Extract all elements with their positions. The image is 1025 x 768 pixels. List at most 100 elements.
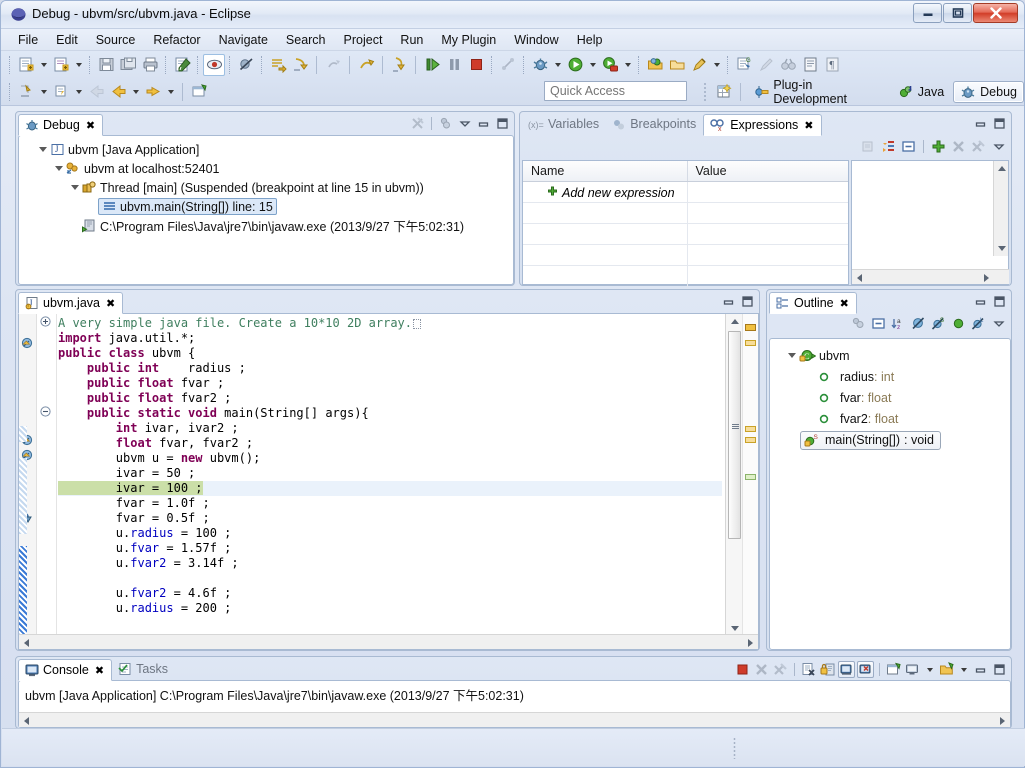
step-return-icon[interactable] [289,54,311,76]
remove-all-terminated-icon[interactable] [409,115,426,132]
external-tools-dropdown[interactable] [621,54,634,76]
previous-annotation-icon[interactable] [50,81,72,103]
run-external-tools-icon[interactable] [599,54,621,76]
code-line[interactable]: A very simple java file. Create a 10*10 … [58,316,722,331]
scroll-left-arrow[interactable] [852,270,867,285]
remove-all-expressions-icon[interactable] [970,138,987,155]
maximize-view-icon[interactable] [494,115,511,132]
scroll-right-arrow[interactable] [979,270,994,285]
warning-marker-icon[interactable] [21,336,35,353]
debug-dropdown[interactable] [551,54,564,76]
next-annotation-dropdown[interactable] [37,81,50,103]
step-into-icon[interactable] [388,54,410,76]
code-line[interactable]: import java.util.*; [58,331,722,346]
new-console-dropdown[interactable] [957,661,970,678]
outline-row-field[interactable]: fvar2 : float [770,408,1010,429]
editor-annotation-ruler[interactable] [19,314,37,636]
skip-all-breakpoints-icon[interactable] [235,54,257,76]
overview-marker-warning[interactable] [745,426,756,432]
expression-name-cell[interactable] [523,245,688,265]
minimize-view-icon[interactable] [972,293,989,310]
forward-icon[interactable] [142,81,164,103]
expression-name-cell[interactable] [523,266,688,287]
pencil-icon[interactable] [755,54,777,76]
editor-code[interactable]: A very simple java file. Create a 10*10 … [58,316,722,636]
minimize-editor-icon[interactable] [720,293,737,310]
code-line[interactable]: public static void main(String[] args){ [58,406,722,421]
debug-view-menu-thread-icon[interactable] [437,115,454,132]
collapse-fold-icon[interactable] [40,406,51,420]
menu-source[interactable]: Source [87,31,145,49]
detail-vertical-scrollbar[interactable] [993,161,1008,256]
expression-name-cell[interactable] [523,203,688,223]
minimize-button[interactable] [913,3,942,23]
hide-static-icon[interactable]: S [930,315,947,332]
binoculars-icon[interactable] [777,54,799,76]
step-into-selection-icon[interactable] [267,54,289,76]
view-menu-icon[interactable] [456,115,473,132]
tab-expressions-close[interactable]: ✖ [804,119,813,132]
tab-tasks[interactable]: Tasks [112,658,175,680]
debug-tree-row[interactable]: Thread [main] (Suspended (breakpoint at … [19,178,513,197]
twisty-icon[interactable] [786,353,798,358]
outline-row-method-selected[interactable]: S main(String[]) : void [770,429,1010,451]
pin-console-icon[interactable] [838,661,855,678]
tab-breakpoints[interactable]: Breakpoints [606,113,703,135]
perspective-java[interactable]: Java [891,81,951,103]
tab-outline[interactable]: Outline ✖ [769,292,857,314]
outline-row-field[interactable]: radius : int [770,366,1010,387]
console-content[interactable]: ubvm [Java Application] C:\Program Files… [18,680,1011,728]
code-line[interactable]: public class ubvm { [58,346,722,361]
tab-console[interactable]: Console ✖ [18,659,113,681]
display-selected-console-icon[interactable] [857,661,874,678]
debug-tree-row[interactable]: C:\Program Files\Java\jre7\bin\javaw.exe… [19,216,513,235]
pilcrow-icon[interactable]: ¶ [821,54,843,76]
next-annotation-icon[interactable] [15,81,37,103]
back-icon[interactable] [107,81,129,103]
editor-overview-ruler[interactable] [742,314,758,636]
expression-name-cell[interactable] [523,224,688,244]
hide-local-icon[interactable]: L [970,315,987,332]
expression-value-cell[interactable] [688,203,849,223]
new-window-icon[interactable] [188,81,210,103]
outline-row-class[interactable]: C ubvm [770,345,1010,366]
editor-scroll-thumb[interactable] [728,331,741,539]
toggle-mark-occurrences-icon[interactable] [203,53,225,76]
code-line[interactable]: fvar = 1.0f ; [58,496,722,511]
column-header-name[interactable]: Name [523,161,688,181]
twisty-icon[interactable] [37,147,49,152]
scroll-left-arrow[interactable] [19,635,34,649]
code-line[interactable]: u.fvar = 1.57f ; [58,541,722,556]
menu-edit[interactable]: Edit [47,31,87,49]
outline-selection[interactable]: S main(String[]) : void [800,430,941,450]
code-line[interactable]: public float fvar ; [58,376,722,391]
sort-icon[interactable] [850,315,867,332]
tab-variables[interactable]: (x)= Variables [522,113,606,135]
menu-window[interactable]: Window [505,31,567,49]
open-console-icon[interactable] [885,661,902,678]
menu-my-plugin[interactable]: My Plugin [432,31,505,49]
expression-value-cell[interactable] [688,224,849,244]
toolbar-grip[interactable] [703,81,707,102]
save-icon[interactable] [95,54,117,76]
new-console-view-icon[interactable] [938,661,955,678]
perspective-plugin-development[interactable]: Plug-in Development [747,78,888,106]
code-line[interactable]: ivar = 50 ; [58,466,722,481]
scroll-up-arrow[interactable] [727,314,742,329]
view-menu-icon[interactable] [990,138,1007,155]
step-over-disabled-icon[interactable] [322,54,344,76]
table-row[interactable]: Add new expression [523,182,848,203]
scroll-up-arrow[interactable] [994,161,1009,176]
toggle-console-icon[interactable] [799,54,821,76]
debug-tree-row-selected[interactable]: ubvm.main(String[]) line: 15 [19,197,513,216]
code-line[interactable]: int ivar, ivar2 ; [58,421,722,436]
tab-expressions[interactable]: x Expressions ✖ [703,114,822,136]
maximize-view-icon[interactable] [991,115,1008,132]
run-dropdown[interactable] [586,54,599,76]
open-task-icon[interactable] [666,54,688,76]
status-bar-grip[interactable] [733,737,736,759]
scroll-right-arrow[interactable] [743,635,758,649]
forward-dropdown[interactable] [164,81,177,103]
remove-all-terminated-icon[interactable] [772,661,789,678]
code-line[interactable]: u.radius = 100 ; [58,526,722,541]
